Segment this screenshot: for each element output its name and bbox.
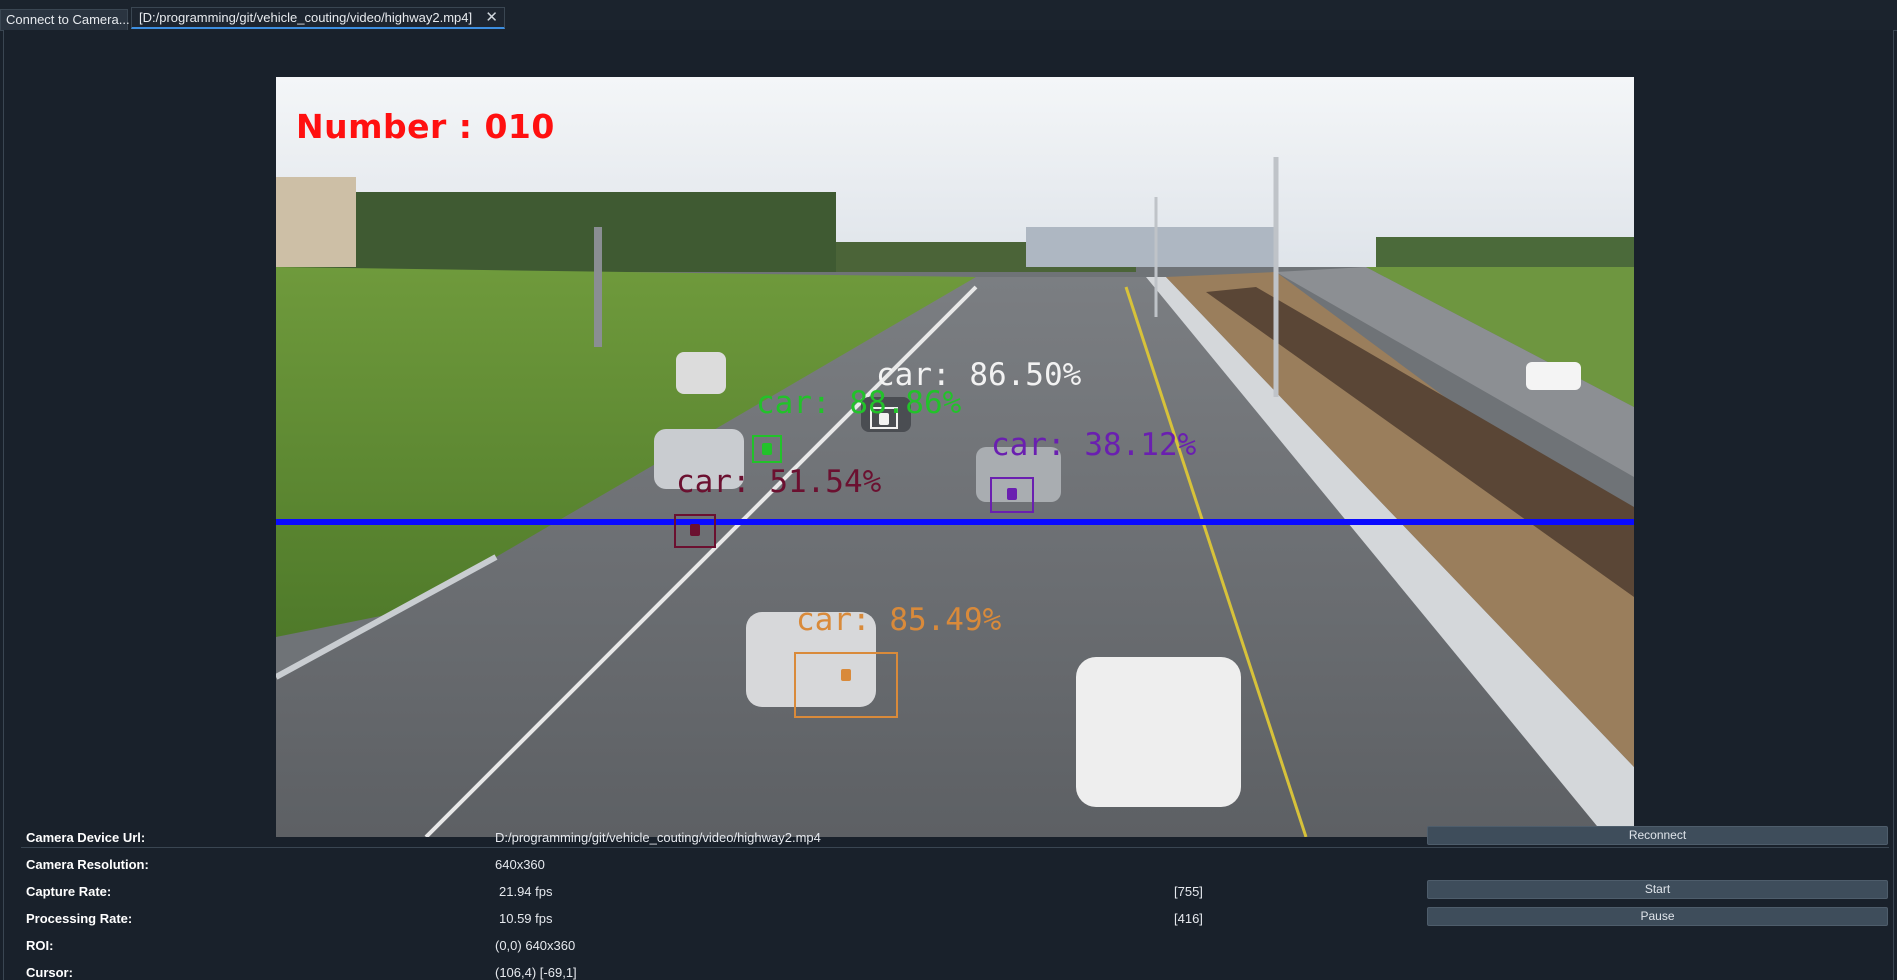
detection-label: car: 38.12% <box>991 427 1197 463</box>
processing-frame-count: [416] <box>1174 911 1203 926</box>
processing-rate-value: 10.59 fps <box>499 911 553 926</box>
detection-label: car: 51.54% <box>676 464 882 500</box>
treeline-left <box>276 192 836 272</box>
processing-rate-label: Processing Rate: <box>26 911 133 926</box>
tab-connect-label: Connect to Camera... <box>6 12 130 27</box>
close-icon[interactable]: ✕ <box>485 8 498 28</box>
detection-center <box>690 524 700 536</box>
device-url-value: D:/programming/git/vehicle_couting/video… <box>495 830 821 845</box>
tab-connect-to-camera[interactable]: Connect to Camera... <box>0 9 130 30</box>
detection-center <box>1007 488 1017 500</box>
capture-frame-count: [755] <box>1174 884 1203 899</box>
car-shape <box>676 352 726 394</box>
buildings-far <box>1026 227 1276 267</box>
capture-rate-label: Capture Rate: <box>26 884 112 899</box>
pause-button[interactable]: Pause <box>1427 907 1888 926</box>
detection-box <box>794 652 898 718</box>
resolution-label: Camera Resolution: <box>26 857 149 872</box>
reconnect-button[interactable]: Reconnect <box>1427 826 1888 845</box>
capture-rate-value: 21.94 fps <box>499 884 553 899</box>
cursor-value: (106,4) [-69,1] <box>495 965 577 980</box>
vehicle-counter: Number : 010 <box>296 107 555 146</box>
roi-value: (0,0) 640x360 <box>495 938 576 953</box>
device-url-label: Camera Device Url: <box>26 830 146 845</box>
resolution-value: 640x360 <box>495 857 545 872</box>
camera-app-window: Connect to Camera... [D:/programming/git… <box>0 0 1897 980</box>
detection-center <box>762 443 772 455</box>
tab-video-file[interactable]: [D:/programming/git/vehicle_couting/vide… <box>131 7 505 29</box>
roi-label: ROI: <box>26 938 54 953</box>
panel-divider <box>21 847 1889 848</box>
detection-label: car: 88.86% <box>756 385 962 421</box>
highway-scene <box>276 77 1634 837</box>
start-button[interactable]: Start <box>1427 880 1888 899</box>
car-shape <box>1076 657 1241 807</box>
detection-label: car: 85.49% <box>796 602 1002 638</box>
video-frame[interactable]: Number : 010 car: 86.50% car: 88.86% car… <box>276 77 1634 837</box>
counting-line <box>276 519 1634 525</box>
tab-bar: Connect to Camera... [D:/programming/git… <box>0 0 1897 31</box>
car-shape <box>1526 362 1581 390</box>
cursor-label: Cursor: <box>26 965 73 980</box>
camera-view-panel: Number : 010 car: 86.50% car: 88.86% car… <box>3 30 1894 980</box>
detection-center <box>841 669 851 681</box>
building-left <box>276 177 356 267</box>
tab-file-label: [D:/programming/git/vehicle_couting/vide… <box>139 10 473 25</box>
